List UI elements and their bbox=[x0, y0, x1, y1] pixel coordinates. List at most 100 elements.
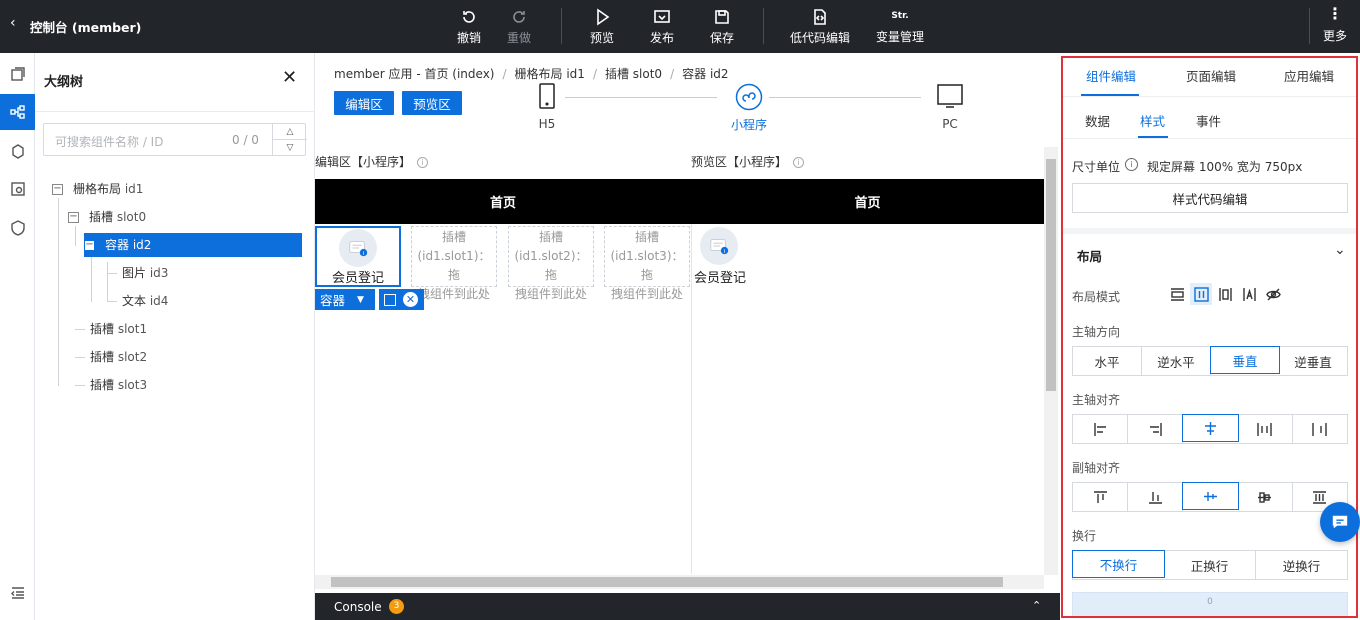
chat-support-button[interactable] bbox=[1320, 502, 1360, 542]
app-title[interactable]: 控制台 (member) bbox=[30, 17, 141, 36]
direction-row-option[interactable]: 水平 bbox=[1073, 347, 1142, 375]
scrollbar-thumb[interactable] bbox=[331, 577, 1003, 587]
justify-end-option[interactable] bbox=[1128, 415, 1184, 443]
tree-node-grid-id1[interactable]: − 栅格布局 id1 bbox=[52, 177, 143, 201]
chevron-down-icon[interactable]: ▽ bbox=[272, 140, 307, 156]
device-pc[interactable]: PC bbox=[935, 83, 965, 131]
script-icon[interactable] bbox=[0, 210, 35, 246]
breadcrumb-item[interactable]: 容器 id2 bbox=[682, 67, 728, 81]
align-items-center-option[interactable] bbox=[1182, 482, 1239, 510]
breadcrumb-item[interactable]: 栅格布局 id1 bbox=[515, 67, 585, 81]
tree-guide-line bbox=[75, 226, 76, 246]
tree-node-slot1[interactable]: 插槽 slot1 bbox=[90, 317, 147, 341]
align-items-end-option[interactable] bbox=[1128, 483, 1184, 511]
back-chevron-icon[interactable]: ‹ bbox=[10, 15, 16, 31]
style-code-edit-button[interactable]: 样式代码编辑 bbox=[1072, 183, 1348, 213]
caret-down-icon: ▼ bbox=[357, 294, 364, 305]
layout-mode-flex-icon[interactable] bbox=[1190, 283, 1212, 305]
undo-button[interactable]: 撤销 bbox=[452, 0, 486, 53]
tree-node-container-id2[interactable]: − 容器 id2 bbox=[84, 233, 302, 257]
outline-search-input[interactable]: 可搜索组件名称 / ID 0 / 0 △ ▽ bbox=[43, 123, 307, 156]
variable-manage-button[interactable]: Str. 变量管理 bbox=[874, 0, 926, 53]
subtab-style[interactable]: 样式 bbox=[1140, 111, 1165, 130]
nowrap-option[interactable]: 不换行 bbox=[1072, 550, 1165, 578]
preview-area-button[interactable]: 预览区 bbox=[402, 91, 462, 115]
tab-component-edit[interactable]: 组件编辑 bbox=[1073, 58, 1149, 96]
justify-space-between-option[interactable] bbox=[1238, 415, 1293, 443]
chevron-up-icon[interactable]: ⌃ bbox=[1032, 599, 1041, 612]
pages-icon[interactable] bbox=[0, 56, 35, 92]
align-items-baseline-option[interactable] bbox=[1238, 483, 1293, 511]
preview-button[interactable]: 预览 bbox=[585, 0, 619, 53]
publish-button[interactable]: 发布 bbox=[645, 0, 679, 53]
tree-guide-line bbox=[75, 329, 85, 330]
info-icon[interactable]: i bbox=[417, 157, 429, 168]
breadcrumb-item[interactable]: 插槽 slot0 bbox=[605, 67, 662, 81]
selected-container-id2[interactable]: i 会员登记 bbox=[315, 226, 401, 287]
direction-row-reverse-option[interactable]: 逆水平 bbox=[1142, 347, 1211, 375]
margin-top-value[interactable]: 0 bbox=[1073, 597, 1347, 607]
component-library-icon[interactable] bbox=[0, 133, 35, 169]
subtab-data[interactable]: 数据 bbox=[1085, 111, 1110, 130]
slot-placeholder-slot2[interactable]: 插槽 (id1.slot2)：拖 拽组件到此处 bbox=[508, 226, 594, 301]
outline-tree-icon[interactable] bbox=[0, 94, 35, 130]
device-miniprogram[interactable]: 小程序 bbox=[723, 83, 775, 133]
chevron-up-icon[interactable]: △ bbox=[272, 124, 307, 140]
direction-column-reverse-option[interactable]: 逆垂直 bbox=[1279, 347, 1347, 375]
slot-placeholder-slot3[interactable]: 插槽 (id1.slot3)：拖 拽组件到此处 bbox=[604, 226, 690, 301]
justify-center-option[interactable] bbox=[1182, 414, 1239, 442]
slot-placeholder-slot1[interactable]: 插槽 (id1.slot1)：拖 拽组件到此处 bbox=[411, 226, 497, 301]
tree-guide-line bbox=[58, 198, 59, 386]
wrap-reverse-option[interactable]: 逆换行 bbox=[1256, 551, 1347, 579]
lowcode-edit-button[interactable]: 低代码编辑 bbox=[788, 0, 852, 53]
subtab-events[interactable]: 事件 bbox=[1196, 111, 1221, 130]
justify-start-option[interactable] bbox=[1073, 415, 1129, 443]
justify-space-around-option[interactable] bbox=[1293, 415, 1347, 443]
code-file-icon bbox=[814, 8, 826, 25]
collapse-icon[interactable]: − bbox=[68, 212, 79, 223]
delete-circle-icon[interactable]: ✕ bbox=[403, 292, 418, 307]
vertical-scrollbar[interactable] bbox=[1044, 147, 1058, 575]
align-items-start-option[interactable] bbox=[1073, 483, 1129, 511]
chevron-down-icon[interactable]: ⌄ bbox=[1334, 242, 1346, 258]
breadcrumb-item[interactable]: member 应用 - 首页 (index) bbox=[334, 67, 494, 81]
direction-column-option[interactable]: 垂直 bbox=[1210, 346, 1280, 374]
layout-mode-hidden-icon[interactable] bbox=[1262, 283, 1284, 305]
wrap-option[interactable]: 正换行 bbox=[1164, 551, 1256, 579]
edit-area-button[interactable]: 编辑区 bbox=[334, 91, 394, 115]
collapse-icon[interactable]: − bbox=[84, 240, 95, 251]
device-h5[interactable]: H5 bbox=[535, 83, 559, 131]
wrap-label: 换行 bbox=[1072, 529, 1097, 543]
more-button[interactable]: ⋮ 更多 bbox=[1320, 0, 1350, 53]
save-button[interactable]: 保存 bbox=[705, 0, 739, 53]
align-center-icon bbox=[1205, 421, 1216, 435]
copy-icon[interactable] bbox=[384, 293, 396, 306]
info-icon[interactable]: i bbox=[793, 157, 805, 168]
close-icon[interactable]: ✕ bbox=[282, 67, 297, 88]
layout-mode-inline-block-icon[interactable] bbox=[1214, 283, 1236, 305]
container-tag-dropdown[interactable]: 容器 ▼ bbox=[315, 289, 375, 310]
layout-mode-block-icon[interactable] bbox=[1166, 283, 1188, 305]
tree-node-slot2[interactable]: 插槽 slot2 bbox=[90, 345, 147, 369]
console-bar[interactable]: Console 3 ⌃ bbox=[315, 593, 1060, 620]
horizontal-scrollbar[interactable] bbox=[315, 575, 1044, 589]
undo-icon bbox=[463, 10, 475, 23]
tree-node-image-id3[interactable]: 图片 id3 bbox=[122, 261, 168, 285]
cross-align-label: 副轴对齐 bbox=[1072, 461, 1121, 475]
tab-page-edit[interactable]: 页面编辑 bbox=[1173, 58, 1249, 96]
tree-node-text-id4[interactable]: 文本 id4 bbox=[122, 289, 168, 313]
redo-button[interactable]: 重做 bbox=[502, 0, 536, 53]
layout-mode-inline-icon[interactable] bbox=[1238, 283, 1260, 305]
collapse-icon[interactable]: − bbox=[52, 184, 63, 195]
tree-node-slot3[interactable]: 插槽 slot3 bbox=[90, 373, 147, 397]
tab-app-edit[interactable]: 应用编辑 bbox=[1271, 58, 1347, 96]
tree-node-slot0[interactable]: − 插槽 slot0 bbox=[68, 205, 146, 229]
layout-mode-options bbox=[1166, 283, 1284, 305]
outline-panel: 大纲树 ✕ 可搜索组件名称 / ID 0 / 0 △ ▽ − 栅格布局 id1 −… bbox=[35, 53, 315, 620]
spacing-box-model[interactable]: 0 bbox=[1072, 592, 1348, 616]
data-source-icon[interactable] bbox=[0, 171, 35, 207]
unit-label: 尺寸单位 bbox=[1072, 160, 1121, 174]
collapse-panel-icon[interactable] bbox=[0, 575, 35, 611]
scrollbar-thumb[interactable] bbox=[1046, 159, 1056, 391]
info-icon[interactable]: i bbox=[1125, 158, 1138, 171]
